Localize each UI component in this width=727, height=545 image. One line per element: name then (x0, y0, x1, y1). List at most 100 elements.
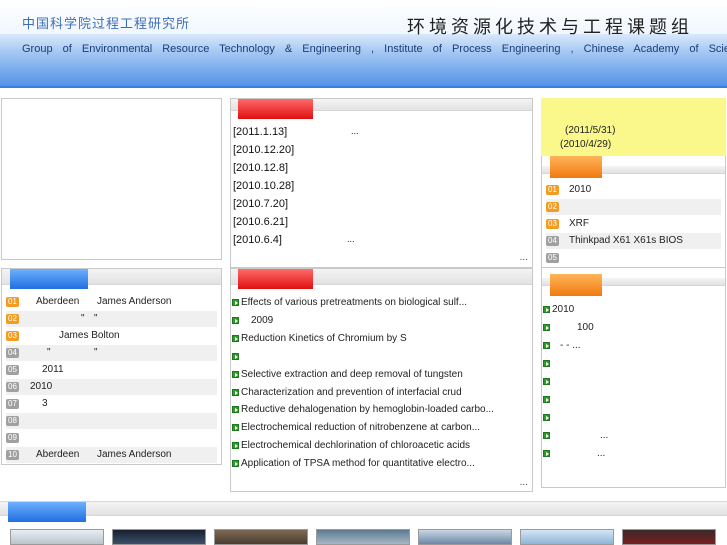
bullet-arrow-icon (543, 396, 550, 403)
paper-title[interactable]: 2009 (251, 315, 273, 326)
rank-badge: 03 (6, 331, 19, 341)
list-item-text[interactable]: Thinkpad X61 X61s BIOS (569, 235, 683, 246)
paper-title[interactable]: Reductive dehalogenation by hemoglobin-l… (241, 404, 494, 415)
news-item[interactable]: [2010.10.28] (233, 180, 294, 192)
bullet-arrow-icon (543, 414, 550, 421)
news-date[interactable]: [2010.7.20] (233, 198, 288, 210)
bullet-arrow-icon (543, 306, 550, 313)
list-item[interactable]: 01 2010 (546, 182, 721, 198)
bullet-arrow-icon (543, 342, 550, 349)
gallery-thumbnail[interactable] (214, 529, 308, 545)
rank-badge: 07 (6, 399, 19, 409)
news-trail: ... (347, 234, 355, 244)
notice-line-2[interactable]: (2010/4/29) (560, 139, 611, 150)
news-date[interactable]: [2010.12.8] (233, 162, 288, 174)
gallery-thumbnail[interactable] (10, 529, 104, 545)
list-item[interactable]: 01 Aberdeen James Anderson (6, 294, 217, 310)
gallery-thumbnail[interactable] (622, 529, 716, 545)
list-item[interactable]: 05 (546, 250, 721, 266)
list-item[interactable]: 04 Thinkpad X61 X61s BIOS (546, 233, 721, 249)
list-item[interactable]: 09 (6, 430, 217, 446)
list-item-text[interactable]: " (47, 347, 51, 358)
notice-panel: (2011/5/31) (2010/4/29) (541, 98, 726, 156)
institute-name-cn[interactable]: 中国科学院过程工程研究所 (22, 13, 190, 32)
bullet-arrow-icon (232, 371, 239, 378)
list-item-text[interactable]: James Bolton (59, 330, 120, 341)
list-item[interactable]: 02 " " (6, 311, 217, 327)
group-name-cn: 环境资源化技术与工程课题组 (407, 17, 693, 38)
list-item[interactable]: 08 (6, 413, 217, 429)
papers-panel: Effects of various pretreatments on biol… (230, 268, 533, 492)
list-item[interactable]: 07 3 (6, 396, 217, 412)
list-item[interactable]: 03 XRF (546, 216, 721, 232)
papers-tab[interactable] (238, 269, 313, 289)
right-ranked-tab[interactable] (550, 156, 602, 178)
rank-badge: 06 (6, 382, 19, 392)
link-item[interactable]: ... (597, 448, 605, 459)
list-item[interactable]: 02 (546, 199, 721, 215)
news-item[interactable]: [2010.12.8] (233, 162, 288, 174)
bullet-arrow-icon (543, 360, 550, 367)
links-tab[interactable] (550, 274, 602, 296)
list-item-text[interactable]: XRF (569, 218, 589, 229)
paper-title[interactable]: Selective extraction and deep removal of… (241, 369, 463, 380)
gallery-thumbnail[interactable] (418, 529, 512, 545)
list-item-text[interactable]: 2010 (569, 184, 591, 195)
gallery-thumbnail[interactable] (316, 529, 410, 545)
paper-title[interactable]: Electrochemical reduction of nitrobenzen… (241, 422, 480, 433)
group-name-en: Group of Environmental Resource Technolo… (22, 43, 727, 55)
list-item-text[interactable]: Aberdeen (36, 296, 79, 307)
rank-badge: 04 (546, 236, 559, 246)
rank-badge: 02 (6, 314, 19, 324)
news-item[interactable]: [2010.12.20] (233, 144, 294, 156)
bullet-arrow-icon (232, 460, 239, 467)
list-item[interactable]: 03 James Bolton (6, 328, 217, 344)
gallery-thumbnail[interactable] (112, 529, 206, 545)
link-item[interactable]: - - ... (560, 340, 581, 351)
news-more-link[interactable]: ... (520, 252, 528, 263)
list-item-text[interactable]: James Anderson (97, 449, 172, 460)
paper-title[interactable]: Application of TPSA method for quantitat… (241, 458, 475, 469)
bullet-arrow-icon (232, 406, 239, 413)
news-date[interactable]: [2010.6.21] (233, 216, 288, 228)
gallery-tab[interactable] (8, 502, 86, 522)
news-date[interactable]: [2010.10.28] (233, 180, 294, 192)
list-item-text[interactable]: " (94, 313, 98, 324)
news-date[interactable]: [2011.1.13] (233, 126, 287, 138)
left-ranked-tab[interactable] (10, 269, 88, 289)
list-item[interactable]: 04 " " (6, 345, 217, 361)
paper-title[interactable]: Reduction Kinetics of Chromium by S (241, 333, 407, 344)
news-item[interactable]: [2011.1.13]... (233, 126, 359, 138)
list-item[interactable]: 10 Aberdeen James Anderson (6, 447, 217, 463)
gallery-tabbar (0, 502, 727, 516)
link-item[interactable]: 2010 (552, 304, 574, 315)
rank-badge: 10 (6, 450, 19, 460)
news-item[interactable]: [2010.7.20] (233, 198, 288, 210)
news-date[interactable]: [2010.6.4] (233, 234, 282, 246)
notice-line-1[interactable]: (2011/5/31) (565, 125, 615, 136)
bullet-arrow-icon (232, 442, 239, 449)
list-item-text[interactable]: 3 (42, 398, 48, 409)
list-item-text[interactable]: " (81, 313, 85, 324)
bullet-arrow-icon (232, 389, 239, 396)
list-item-text[interactable]: James Anderson (97, 296, 172, 307)
news-item[interactable]: [2010.6.4]... (233, 234, 355, 246)
paper-title[interactable]: Effects of various pretreatments on biol… (241, 297, 467, 308)
papers-more-link[interactable]: ... (520, 477, 528, 488)
list-item-text[interactable]: 2011 (42, 364, 64, 375)
list-item[interactable]: 05 2011 (6, 362, 217, 378)
list-item-text[interactable]: Aberdeen (36, 449, 79, 460)
list-item[interactable]: 06 2010 (6, 379, 217, 395)
rank-badge: 09 (6, 433, 19, 443)
list-item-text[interactable]: " (94, 347, 98, 358)
link-item[interactable]: 100 (577, 322, 594, 333)
news-date[interactable]: [2010.12.20] (233, 144, 294, 156)
list-item-text[interactable]: 2010 (30, 381, 52, 392)
paper-title[interactable]: Electrochemical dechlorination of chloro… (241, 440, 470, 451)
intro-panel (1, 98, 222, 260)
news-tab[interactable] (238, 99, 313, 119)
gallery-thumbnail[interactable] (520, 529, 614, 545)
paper-title[interactable]: Characterization and prevention of inter… (241, 387, 462, 398)
link-item[interactable]: ... (600, 430, 608, 441)
news-item[interactable]: [2010.6.21] (233, 216, 288, 228)
